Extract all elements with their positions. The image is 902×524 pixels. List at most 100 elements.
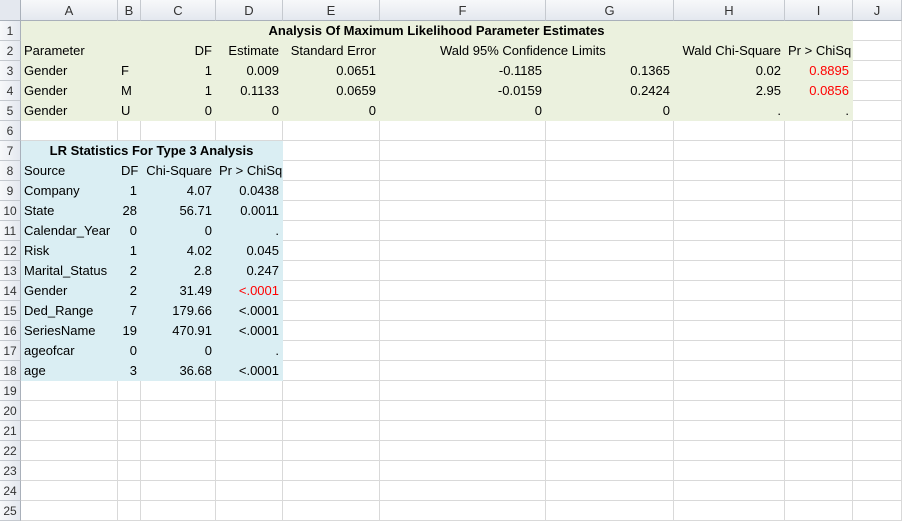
row-header-16[interactable]: 16	[0, 321, 21, 341]
row-header-17[interactable]: 17	[0, 341, 21, 361]
grid-cell[interactable]	[546, 261, 674, 281]
lr-source[interactable]: State	[21, 201, 118, 221]
lr-header-source[interactable]: Source	[21, 161, 118, 181]
lr-chisq[interactable]: 4.07	[141, 181, 216, 201]
grid-cell[interactable]	[546, 481, 674, 501]
mle-p-value[interactable]: 0.0856	[785, 81, 853, 101]
mle-p-value[interactable]: 0.8895	[785, 61, 853, 81]
grid-cell[interactable]	[785, 161, 853, 181]
lr-chisq[interactable]: 0	[141, 221, 216, 241]
grid-cell[interactable]	[118, 501, 141, 521]
grid-cell[interactable]	[118, 481, 141, 501]
grid-cell[interactable]	[283, 421, 380, 441]
grid-cell[interactable]	[853, 221, 902, 241]
column-header-i[interactable]: I	[785, 0, 853, 21]
column-header-g[interactable]: G	[546, 0, 674, 21]
grid-cell[interactable]	[674, 421, 785, 441]
grid-cell[interactable]	[141, 381, 216, 401]
grid-cell[interactable]	[380, 141, 546, 161]
grid-cell[interactable]	[283, 281, 380, 301]
grid-cell[interactable]	[546, 501, 674, 521]
mle-lower-limit[interactable]: -0.0159	[380, 81, 546, 101]
lr-df[interactable]: 0	[118, 341, 141, 361]
grid-cell[interactable]	[546, 461, 674, 481]
row-header-8[interactable]: 8	[0, 161, 21, 181]
grid-cell[interactable]	[216, 461, 283, 481]
lr-df[interactable]: 2	[118, 261, 141, 281]
mle-df[interactable]: 1	[141, 81, 216, 101]
mle-parameter[interactable]: Gender	[21, 81, 118, 101]
grid-cell[interactable]	[674, 461, 785, 481]
mle-chisq[interactable]: 2.95	[674, 81, 785, 101]
grid-cell[interactable]	[674, 441, 785, 461]
grid-cell[interactable]	[674, 321, 785, 341]
lr-p-value[interactable]: <.0001	[216, 361, 283, 381]
grid-cell[interactable]	[785, 261, 853, 281]
lr-df[interactable]: 2	[118, 281, 141, 301]
grid-cell[interactable]	[785, 501, 853, 521]
grid-cell[interactable]	[283, 161, 380, 181]
grid-cell[interactable]	[785, 201, 853, 221]
grid-cell[interactable]	[674, 121, 785, 141]
grid-cell[interactable]	[21, 501, 118, 521]
grid-cell[interactable]	[853, 261, 902, 281]
grid-cell[interactable]	[546, 421, 674, 441]
grid-cell[interactable]	[21, 381, 118, 401]
lr-header-chisq[interactable]: Chi-Square	[141, 161, 216, 181]
mle-df[interactable]: 1	[141, 61, 216, 81]
column-header-e[interactable]: E	[283, 0, 380, 21]
grid-cell[interactable]	[380, 341, 546, 361]
mle-parameter[interactable]: Gender	[21, 61, 118, 81]
mle-header-wald-chisq[interactable]: Wald Chi-Square	[674, 41, 785, 61]
grid-cell[interactable]	[674, 281, 785, 301]
grid-cell[interactable]	[546, 301, 674, 321]
grid-cell[interactable]	[21, 401, 118, 421]
column-header-j[interactable]: J	[853, 0, 902, 21]
lr-source[interactable]: Risk	[21, 241, 118, 261]
grid-cell[interactable]	[785, 221, 853, 241]
spreadsheet-grid[interactable]: A B C D E F G H I J 1 2 3 4 5 6 7 8 9 10 11 12 13 14 15 16 17 18 19 2…	[0, 0, 902, 524]
grid-cell[interactable]	[216, 441, 283, 461]
grid-cell[interactable]	[380, 241, 546, 261]
row-header-21[interactable]: 21	[0, 421, 21, 441]
mle-title[interactable]: Analysis Of Maximum Likelihood Parameter…	[21, 21, 853, 41]
grid-cell[interactable]	[21, 441, 118, 461]
grid-cell[interactable]	[118, 381, 141, 401]
mle-std-error[interactable]: 0	[283, 101, 380, 121]
grid-cell[interactable]	[546, 401, 674, 421]
grid-cell[interactable]	[674, 261, 785, 281]
grid-cell[interactable]	[546, 341, 674, 361]
grid-cell[interactable]	[380, 501, 546, 521]
lr-df[interactable]: 1	[118, 181, 141, 201]
row-header-1[interactable]: 1	[0, 21, 21, 41]
column-header-h[interactable]: H	[674, 0, 785, 21]
lr-df[interactable]: 7	[118, 301, 141, 321]
grid-cell[interactable]	[118, 401, 141, 421]
mle-std-error[interactable]: 0.0651	[283, 61, 380, 81]
row-header-25[interactable]: 25	[0, 501, 21, 521]
grid-cell[interactable]	[118, 441, 141, 461]
lr-p-value[interactable]: .	[216, 341, 283, 361]
grid-cell[interactable]	[380, 281, 546, 301]
select-all-corner[interactable]	[0, 0, 21, 21]
mle-header-wald-limits[interactable]: Wald 95% Confidence Limits	[380, 41, 674, 61]
mle-parameter[interactable]: Gender	[21, 101, 118, 121]
row-header-20[interactable]: 20	[0, 401, 21, 421]
mle-header-std-error[interactable]: Standard Error	[283, 41, 380, 61]
grid-cell[interactable]	[380, 321, 546, 341]
lr-chisq[interactable]: 470.91	[141, 321, 216, 341]
grid-cell[interactable]	[283, 401, 380, 421]
grid-cell[interactable]	[141, 121, 216, 141]
lr-p-value[interactable]: 0.0011	[216, 201, 283, 221]
grid-cell[interactable]	[674, 301, 785, 321]
row-header-5[interactable]: 5	[0, 101, 21, 121]
row-header-15[interactable]: 15	[0, 301, 21, 321]
row-header-18[interactable]: 18	[0, 361, 21, 381]
lr-chisq[interactable]: 0	[141, 341, 216, 361]
grid-cell[interactable]	[380, 401, 546, 421]
lr-header-p[interactable]: Pr > ChiSq	[216, 161, 283, 181]
grid-cell[interactable]	[785, 401, 853, 421]
grid-cell[interactable]	[674, 381, 785, 401]
grid-cell[interactable]	[853, 421, 902, 441]
grid-cell[interactable]	[21, 481, 118, 501]
